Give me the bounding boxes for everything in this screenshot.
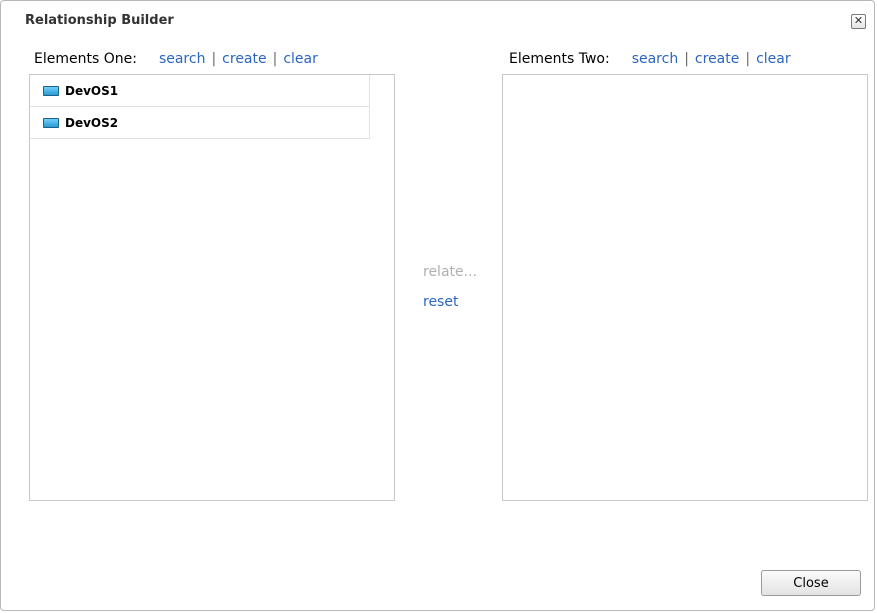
relationship-builder-dialog: Relationship Builder ✕ Elements One: sear… bbox=[0, 0, 875, 611]
separator: | bbox=[272, 51, 278, 67]
separator: | bbox=[745, 51, 751, 67]
elements-one-label: Elements One: bbox=[34, 51, 137, 67]
elements-two-search-link[interactable]: search bbox=[632, 51, 679, 67]
relate-link[interactable]: relate... bbox=[423, 264, 477, 280]
separator: | bbox=[211, 51, 217, 67]
separator: | bbox=[684, 51, 689, 67]
list-item[interactable]: DevOS1 bbox=[30, 75, 370, 107]
elements-two-list[interactable] bbox=[502, 74, 868, 501]
elements-two-label: Elements Two: bbox=[509, 51, 610, 67]
elements-two-create-link[interactable]: create bbox=[695, 51, 739, 67]
elements-two-clear-link[interactable]: clear bbox=[756, 51, 791, 67]
list-item-label: DevOS2 bbox=[65, 115, 119, 130]
list-item[interactable]: DevOS2 bbox=[30, 107, 370, 139]
close-button[interactable]: Close bbox=[761, 570, 861, 596]
close-icon[interactable]: ✕ bbox=[851, 14, 866, 29]
device-icon bbox=[43, 85, 59, 96]
reset-link[interactable]: reset bbox=[423, 294, 458, 310]
elements-two-header: Elements Two: search | create | clear bbox=[509, 51, 791, 67]
elements-one-list[interactable]: DevOS1 DevOS2 bbox=[29, 74, 395, 501]
dialog-title: Relationship Builder bbox=[25, 13, 174, 28]
elements-one-search-link[interactable]: search bbox=[159, 51, 206, 67]
elements-one-clear-link[interactable]: clear bbox=[283, 51, 318, 67]
list-item-label: DevOS1 bbox=[65, 83, 119, 98]
device-icon bbox=[43, 117, 59, 128]
elements-one-header: Elements One: search | create | clear bbox=[34, 51, 318, 67]
elements-one-create-link[interactable]: create bbox=[222, 51, 266, 67]
